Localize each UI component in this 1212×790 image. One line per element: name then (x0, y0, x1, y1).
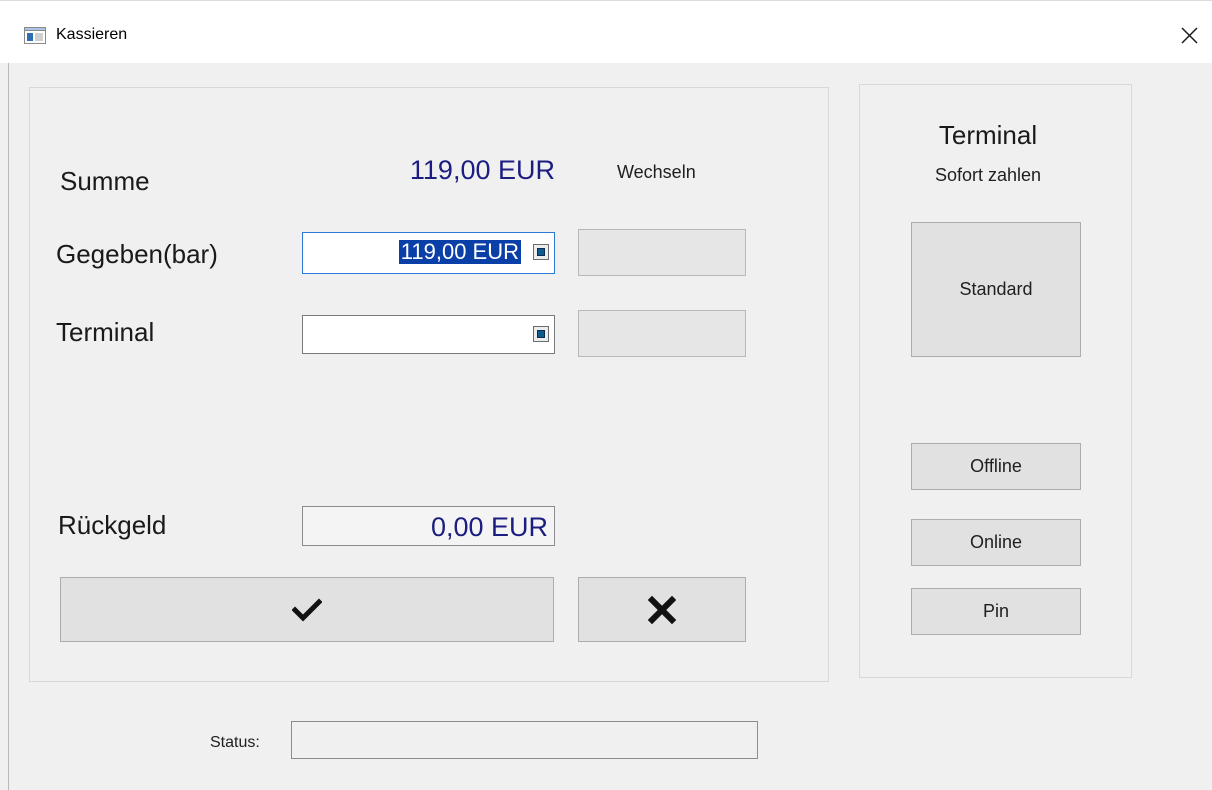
offline-button[interactable]: Offline (911, 443, 1081, 490)
wechseln-terminal-button[interactable] (578, 310, 746, 357)
online-button[interactable]: Online (911, 519, 1081, 566)
summe-label: Summe (60, 166, 150, 196)
terminal-label: Terminal (56, 317, 155, 347)
close-button[interactable] (1168, 14, 1208, 54)
standard-button[interactable]: Standard (911, 222, 1081, 357)
wechseln-bar-button[interactable] (578, 229, 746, 276)
confirm-button[interactable] (60, 577, 554, 642)
calculator-icon (537, 330, 545, 338)
close-icon (1181, 27, 1198, 44)
cancel-button[interactable] (578, 577, 746, 642)
calculator-button[interactable] (533, 244, 549, 260)
status-field (291, 721, 758, 759)
summe-value: 119,00 EUR (409, 155, 555, 185)
gegeben-input[interactable]: 119,00 EUR (302, 232, 555, 274)
title-bar (0, 0, 1212, 63)
pin-button[interactable]: Pin (911, 588, 1081, 635)
terminal-panel-title: Terminal (938, 120, 1038, 150)
checkmark-icon (292, 597, 322, 622)
window-border (8, 63, 9, 790)
rueckgeld-label: Rückgeld (58, 510, 167, 540)
gegeben-label: Gegeben(bar) (56, 239, 218, 269)
calculator-button[interactable] (533, 326, 549, 342)
terminal-input[interactable] (302, 315, 555, 354)
calculator-icon (537, 248, 545, 256)
status-label: Status: (210, 734, 260, 751)
window-app-icon (24, 27, 46, 44)
rueckgeld-field: 0,00 EUR (302, 506, 555, 546)
wechseln-label: Wechseln (617, 162, 696, 182)
rueckgeld-value: 0,00 EUR (430, 512, 548, 542)
gegeben-input-value: 119,00 EUR (398, 239, 521, 264)
terminal-panel-subtitle: Sofort zahlen (934, 165, 1042, 185)
window-title: Kassieren (56, 26, 128, 43)
x-icon (647, 595, 677, 624)
